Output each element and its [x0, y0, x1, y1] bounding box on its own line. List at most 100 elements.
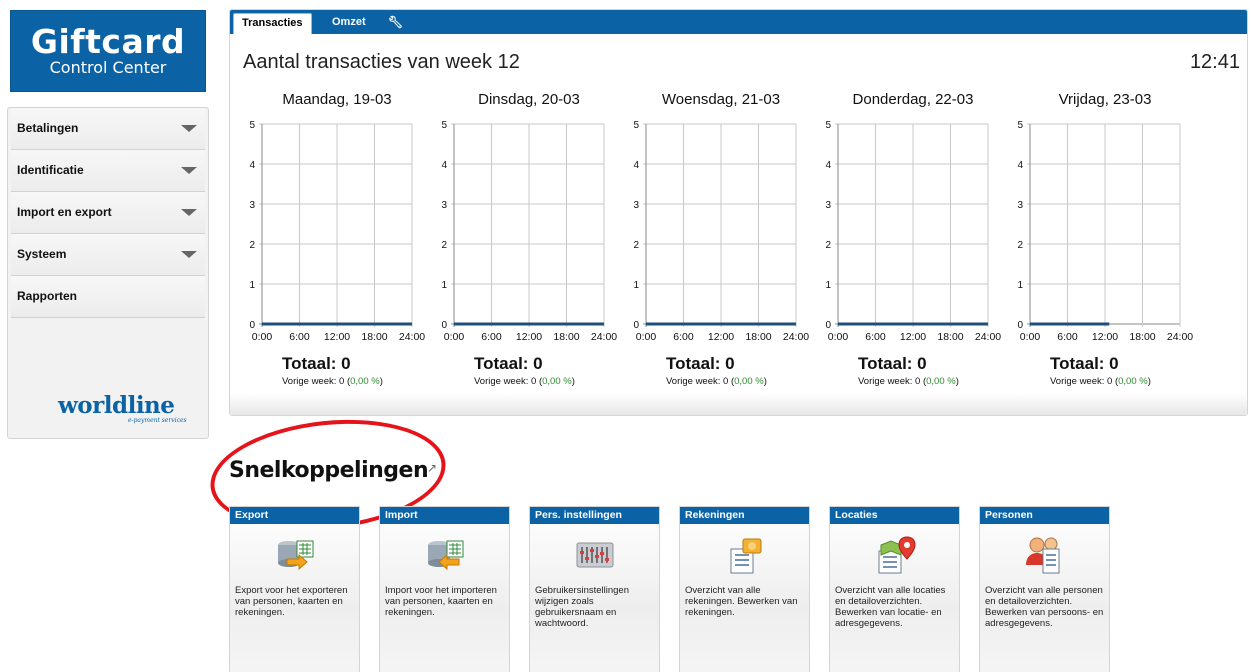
y-tick-label: 3: [1017, 200, 1023, 211]
total-value: Totaal: 0: [474, 354, 543, 373]
persons-icon[interactable]: [1023, 533, 1067, 575]
y-tick-label: 4: [825, 160, 831, 171]
x-tick-label: 12:00: [516, 331, 542, 343]
shortcut-card-title[interactable]: Personen: [980, 507, 1109, 524]
x-tick-label: 24:00: [783, 331, 809, 343]
day-chart: Woensdag, 21-03 0 1 2 3 4 5 0:00 6:00 12:00 18:00 2…: [624, 90, 814, 400]
sidebar-item-identificatie[interactable]: Identificatie: [11, 150, 205, 192]
transactions-panel: Transacties Omzet 🔧︎ Aantal transacties …: [229, 9, 1248, 416]
paren-close: ): [1147, 376, 1151, 387]
line-chart: 0 1 2 3 4 5 0:00 6:00 12:00 18:00 24:00: [1017, 120, 1193, 343]
paren-close: ): [763, 376, 767, 387]
total-value: Totaal: 0: [1050, 354, 1119, 373]
shortcut-card-title[interactable]: Pers. instellingen: [530, 507, 659, 524]
y-tick-label: 0: [249, 320, 255, 331]
shortcut-card-locaties[interactable]: Locaties Overzicht van alle locaties en d…: [829, 506, 960, 672]
shortcut-card-import[interactable]: Import Import voor het importeren van per…: [379, 506, 510, 672]
map-pin-icon[interactable]: [873, 533, 917, 575]
sidebar-item-label: Betalingen: [17, 121, 79, 135]
sidebar-item-import-export[interactable]: Import en export: [11, 192, 205, 234]
day-chart: Maandag, 19-03 0 1 2 3 4 5 0:00 6:00 12:00 18:00 24…: [240, 90, 430, 400]
line-chart: 0 1 2 3 4 5 0:00 6:00 12:00 18:00 24:00: [825, 120, 1001, 343]
x-tick-label: 18:00: [553, 331, 579, 343]
x-tick-label: 24:00: [399, 331, 425, 343]
chevron-down-icon: [181, 209, 197, 216]
sidebar-item-systeem[interactable]: Systeem: [11, 234, 205, 276]
sidebar-item-betalingen[interactable]: Betalingen: [11, 108, 205, 150]
x-tick-label: 12:00: [900, 331, 926, 343]
previous-week-text: Vorige week: 0 (0,00 %): [282, 376, 383, 387]
paren-close: ): [955, 376, 959, 387]
y-tick-label: 2: [1017, 240, 1023, 251]
accounts-list-icon[interactable]: [723, 533, 767, 575]
x-tick-label: 24:00: [975, 331, 1001, 343]
shortcut-card-rekeningen[interactable]: Rekeningen Overzicht van alle rekeningen.…: [679, 506, 810, 672]
y-tick-label: 2: [249, 240, 255, 251]
shortcuts-title: Snelkoppelingen: [229, 458, 429, 483]
app-logo[interactable]: Giftcard Control Center: [10, 10, 206, 92]
paren-close: ): [571, 376, 575, 387]
settings-sliders-icon[interactable]: [573, 533, 617, 575]
x-tick-label: 18:00: [937, 331, 963, 343]
y-tick-label: 0: [825, 320, 831, 331]
y-tick-label: 1: [825, 280, 831, 291]
wrench-icon[interactable]: 🔧︎: [380, 13, 411, 34]
previous-week-label: Vorige week: 0 (: [474, 376, 543, 387]
database-import-icon[interactable]: [423, 533, 467, 575]
sidebar-item-rapporten[interactable]: Rapporten: [11, 276, 205, 318]
chevron-down-icon: [181, 167, 197, 174]
edit-pencil-icon[interactable]: ↗: [427, 461, 437, 475]
chart-title: Donderdag, 22-03: [852, 91, 974, 108]
tab-transacties[interactable]: Transacties: [233, 13, 312, 34]
x-tick-label: 6:00: [673, 331, 694, 343]
change-percentage: 0,00 %: [926, 376, 956, 387]
shortcut-card-personen[interactable]: Personen Overzicht van alle personen en d…: [979, 506, 1110, 672]
logo-subtitle: Control Center: [49, 58, 167, 77]
shortcut-card-description: Overzicht van alle personen en detailove…: [985, 585, 1104, 629]
y-tick-label: 0: [1017, 320, 1023, 331]
y-tick-label: 1: [1017, 280, 1023, 291]
shortcut-card-description: Gebruikersinstellingen wijzigen zoals ge…: [535, 585, 629, 629]
y-tick-label: 5: [1017, 120, 1023, 131]
y-tick-label: 4: [249, 160, 255, 171]
sidebar-item-label: Import en export: [17, 205, 112, 219]
chart-title: Maandag, 19-03: [282, 91, 392, 108]
total-value: Totaal: 0: [858, 354, 927, 373]
x-tick-label: 0:00: [636, 331, 657, 343]
y-tick-label: 5: [249, 120, 255, 131]
day-chart: Vrijdag, 23-03 0 1 2 3 4 5 0:00 6:00 12:00 18:00 24…: [1008, 90, 1198, 400]
shortcut-card-title[interactable]: Locaties: [830, 507, 959, 524]
previous-week-text: Vorige week: 0 (0,00 %): [1050, 376, 1151, 387]
y-tick-label: 5: [633, 120, 639, 131]
sidebar-item-label: Systeem: [17, 247, 67, 261]
y-tick-label: 4: [1017, 160, 1023, 171]
previous-week-text: Vorige week: 0 (0,00 %): [858, 376, 959, 387]
panel-footer: [230, 393, 1247, 415]
y-tick-label: 5: [441, 120, 447, 131]
line-chart: 0 1 2 3 4 5 0:00 6:00 12:00 18:00 24:00: [441, 120, 617, 343]
shortcut-card-title[interactable]: Import: [380, 507, 509, 524]
worldline-tagline: e-payment services: [128, 417, 187, 424]
sidebar: Betalingen Identificatie Import en expor…: [7, 107, 209, 439]
day-chart: Dinsdag, 20-03 0 1 2 3 4 5 0:00 6:00 12:00 18:00 24…: [432, 90, 622, 400]
x-tick-label: 0:00: [444, 331, 465, 343]
x-tick-label: 18:00: [361, 331, 387, 343]
worldline-logo: worldline: [58, 392, 175, 419]
day-chart: Donderdag, 22-03 0 1 2 3 4 5 0:00 6:00 12:00 18:00…: [816, 90, 1006, 400]
x-tick-label: 0:00: [828, 331, 849, 343]
y-tick-label: 2: [633, 240, 639, 251]
x-tick-label: 12:00: [324, 331, 350, 343]
shortcut-card-title[interactable]: Rekeningen: [680, 507, 809, 524]
change-percentage: 0,00 %: [734, 376, 764, 387]
page-title: Aantal transacties van week 12: [243, 51, 520, 73]
sidebar-item-label: Rapporten: [17, 289, 77, 303]
x-tick-label: 6:00: [481, 331, 502, 343]
shortcut-card-pers-instellingen[interactable]: Pers. instellingen Gebruikersinstellingen…: [529, 506, 660, 672]
shortcut-card-export[interactable]: Export Export voor het exporteren van per…: [229, 506, 360, 672]
shortcut-card-description: Export voor het exporteren van personen,…: [235, 585, 348, 618]
tab-omzet[interactable]: Omzet: [324, 13, 374, 34]
shortcut-card-title[interactable]: Export: [230, 507, 359, 524]
x-tick-label: 6:00: [1057, 331, 1078, 343]
shortcut-card-description: Overzicht van alle locaties en detailove…: [835, 585, 946, 629]
database-export-icon[interactable]: [273, 533, 317, 575]
